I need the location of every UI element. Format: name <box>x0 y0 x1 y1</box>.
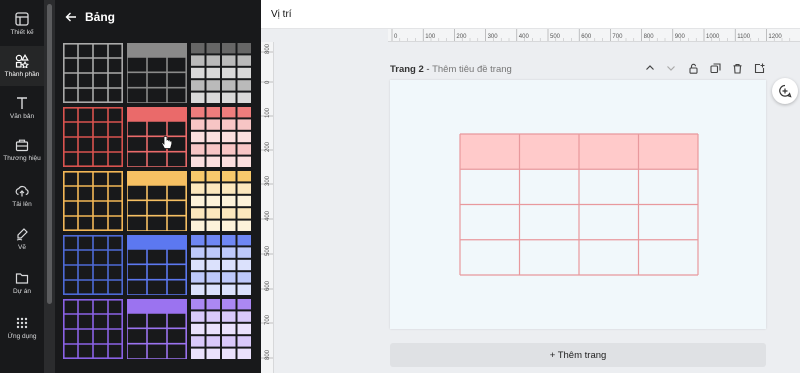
draw-icon <box>16 228 28 241</box>
ruler-top-label: 0 <box>394 34 398 40</box>
ruler-left-label: 0 <box>265 80 271 84</box>
left-rail: Thiết kế Thành phần Văn bản Thương hiệu … <box>0 0 44 373</box>
position-label[interactable]: Vị trí <box>271 9 292 20</box>
add-page-icon-button[interactable] <box>751 60 767 76</box>
sidebar-item-label: Ứng dụng <box>7 333 37 340</box>
table-template-6[interactable] <box>191 107 251 167</box>
move-page-down-button[interactable] <box>663 60 679 76</box>
canvas-page[interactable] <box>390 80 766 329</box>
design-icon <box>15 12 29 26</box>
delete-page-button[interactable] <box>729 60 745 76</box>
ruler-left: 800 0 100 200 300 400 500 600 700 800 <box>261 42 274 373</box>
ruler-left-label: 100 <box>265 107 271 118</box>
folder-icon <box>15 273 29 284</box>
sidebar-item-label: Vẽ <box>18 244 26 251</box>
sidebar-item-label: Thành phần <box>4 71 40 78</box>
ruler-left-label: 700 <box>265 314 271 325</box>
ruler-left-label: 400 <box>265 210 271 221</box>
table-template-2[interactable] <box>127 43 187 103</box>
table-template-9[interactable] <box>191 171 251 231</box>
ruler-top-label: 1100 <box>737 34 751 40</box>
ruler-top-label: 300 <box>488 34 499 40</box>
back-button[interactable] <box>60 6 82 28</box>
ruler-left-label: 500 <box>265 245 271 256</box>
table-template-5[interactable] <box>127 107 187 167</box>
sidebar-item-design[interactable]: Thiết kế <box>0 4 44 44</box>
table-template-15[interactable] <box>191 299 251 359</box>
add-page-icon <box>754 63 764 73</box>
top-toolbar: Vị trí <box>261 0 800 29</box>
ruler-top-label: 1000 <box>706 34 720 40</box>
table-template-13[interactable] <box>63 299 123 359</box>
sidebar-item-label: Thiết kế <box>10 29 34 36</box>
sidebar-item-projects[interactable]: Dự án <box>0 263 44 303</box>
ruler-left-label: 200 <box>265 141 271 152</box>
panel-header: Bảng <box>55 0 261 34</box>
page-label-separator: - <box>423 64 433 75</box>
ruler-top-label: 800 <box>644 34 655 40</box>
table-template-14[interactable] <box>127 299 187 359</box>
ruler-top-label: 600 <box>581 34 592 40</box>
add-page-button[interactable]: + Thêm trang <box>390 343 766 367</box>
table-template-11[interactable] <box>127 235 187 295</box>
sidebar-item-label: Tải lên <box>12 201 32 208</box>
sidebar-item-elements[interactable]: Thành phần <box>0 46 44 86</box>
ruler-top-label: 100 <box>425 34 436 40</box>
sidebar-item-label: Văn bản <box>9 113 35 120</box>
text-icon <box>17 97 27 109</box>
apps-icon <box>16 317 28 329</box>
page-number: Trang 2 <box>390 64 424 75</box>
rail-scrollbar[interactable] <box>44 0 55 373</box>
lock-page-button[interactable] <box>685 60 701 76</box>
sidebar-item-apps[interactable]: Ứng dụng <box>0 308 44 348</box>
ruler-top-label: 400 <box>519 34 530 40</box>
trash-icon <box>733 63 741 74</box>
scrollbar-thumb[interactable] <box>47 4 52 304</box>
ruler-top: 0 100 200 300 400 500 600 700 800 900 1000 1100 1200 <box>388 29 800 42</box>
ruler-left-label: 600 <box>265 280 271 291</box>
page-title-input[interactable]: Thêm tiêu đề trang <box>432 64 512 75</box>
table-template-4[interactable] <box>63 107 123 167</box>
duplicate-page-button[interactable] <box>707 60 723 76</box>
table-template-12[interactable] <box>191 235 251 295</box>
elements-icon <box>15 54 29 68</box>
sidebar-item-brand[interactable]: Thương hiệu <box>0 130 44 170</box>
table-template-8[interactable] <box>127 171 187 231</box>
elements-panel: Bảng <box>55 0 261 373</box>
chevron-up-icon <box>646 65 654 70</box>
ruler-top-label: 1200 <box>768 34 782 40</box>
sidebar-item-label: Thương hiệu <box>3 155 41 162</box>
table-template-1[interactable] <box>63 43 123 103</box>
duplicate-icon <box>709 62 721 73</box>
ruler-top-label: 200 <box>456 34 467 40</box>
chevron-down-icon <box>667 66 675 71</box>
comment-add-icon <box>779 84 792 98</box>
table-template-7[interactable] <box>63 171 123 231</box>
ruler-left-label: 800 <box>265 43 271 54</box>
ruler-top-label: 900 <box>675 34 686 40</box>
table-template-10[interactable] <box>63 235 123 295</box>
hand-cursor-icon <box>161 136 173 150</box>
page-table[interactable] <box>459 133 699 276</box>
lock-icon <box>688 63 698 74</box>
ruler-top-label: 500 <box>550 34 561 40</box>
panel-title: Bảng <box>85 10 115 24</box>
ruler-left-label: 300 <box>265 175 271 186</box>
ruler-left-label: 800 <box>265 349 271 360</box>
page-label: Trang 2 - Thêm tiêu đề trang <box>390 64 512 75</box>
sidebar-item-label: Dự án <box>12 288 32 295</box>
brand-icon <box>15 139 29 152</box>
move-page-up-button[interactable] <box>642 60 658 76</box>
comment-button[interactable] <box>772 78 798 104</box>
sidebar-item-text[interactable]: Văn bản <box>0 88 44 128</box>
ruler-top-label: 700 <box>612 34 623 40</box>
sidebar-item-draw[interactable]: Vẽ <box>0 219 44 259</box>
sidebar-item-upload[interactable]: Tải lên <box>0 176 44 216</box>
table-template-3[interactable] <box>191 43 251 103</box>
upload-icon <box>15 185 29 197</box>
arrow-left-icon <box>65 12 76 22</box>
